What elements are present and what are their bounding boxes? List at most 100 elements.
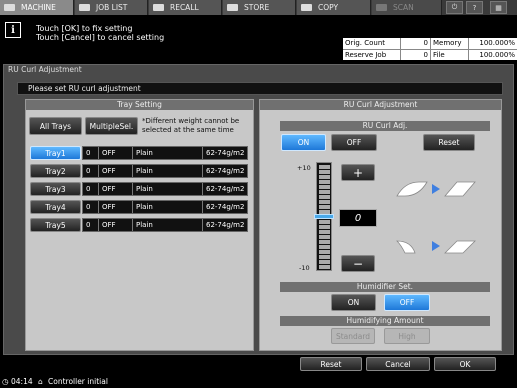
scale-tick (319, 225, 330, 229)
lock-icon: ⌂ (38, 377, 43, 386)
standard-button: Standard (331, 328, 375, 344)
scale-tick (319, 205, 330, 209)
tray-mode: OFF (99, 183, 133, 195)
tab-copy[interactable]: COPY (297, 0, 371, 15)
multiple-sel-button[interactable]: MultipleSel. (85, 117, 138, 135)
flat-paper-icon (444, 181, 476, 197)
curl-down-illustration (396, 240, 476, 254)
tray-mode: OFF (99, 147, 133, 159)
minus-button[interactable]: − (341, 255, 375, 272)
tray-row[interactable]: 0 OFF Plain 62-74g/m2 (82, 164, 248, 178)
tray-paper-type: Plain (133, 219, 203, 231)
copy-icon (301, 4, 312, 11)
scale-tick (319, 265, 330, 269)
tray-paper-weight: 62-74g/m2 (206, 185, 245, 193)
info-icon: i (5, 22, 21, 38)
scale-tick (319, 220, 330, 224)
ru-adjust-header: RU Curl Adjustment (260, 100, 501, 110)
message-line-2: Touch [Cancel] to cancel setting (36, 33, 165, 42)
job-list-icon (79, 4, 90, 11)
tray-paper-type: Plain (133, 165, 203, 177)
tray-mode: OFF (99, 165, 133, 177)
help-button[interactable]: ? (466, 1, 483, 14)
scale-tick (319, 235, 330, 239)
scale-tick (319, 255, 330, 259)
flat-paper-icon (444, 240, 476, 254)
scale-tick (319, 250, 330, 254)
tray-button-5[interactable]: Tray5 (30, 218, 81, 232)
high-button: High (384, 328, 430, 344)
weight-note: *Different weight cannot be selected at … (142, 117, 240, 134)
clock-icon: ◷ (2, 377, 9, 386)
tray-paper-weight: 62-74g/m2 (206, 149, 245, 157)
tray-button-3[interactable]: Tray3 (30, 182, 81, 196)
curled-paper-down-icon (396, 240, 416, 254)
ru-curl-adj-header: RU Curl Adj. (280, 121, 490, 131)
tray-paper-type: Plain (133, 183, 203, 195)
tray-button-2[interactable]: Tray2 (30, 164, 81, 178)
humidifier-on-button[interactable]: ON (331, 294, 376, 311)
machine-icon (4, 4, 15, 11)
scale-tick (319, 260, 330, 264)
ru-reset-button[interactable]: Reset (423, 134, 475, 151)
tray-paper-type: Plain (133, 201, 203, 213)
adjust-value: 0 (339, 209, 377, 227)
all-trays-button[interactable]: All Trays (29, 117, 82, 135)
tray-curl-value: 0 (83, 219, 99, 231)
arrow-right-icon (432, 184, 440, 194)
tab-job-list[interactable]: JOB LIST (75, 0, 148, 15)
status-time: 04:14 (11, 377, 33, 386)
scale-indicator[interactable] (314, 214, 334, 219)
scale-tick (319, 170, 330, 174)
scale-tick (319, 185, 330, 189)
tray-row[interactable]: 0 OFF Plain 62-74g/m2 (82, 146, 248, 160)
tray-curl-value: 0 (83, 183, 99, 195)
power-icon[interactable]: ⏻ (446, 1, 463, 14)
cancel-button[interactable]: Cancel (366, 357, 430, 371)
scale-tick (319, 175, 330, 179)
scale-min-label: -10 (299, 264, 310, 272)
adjust-scale[interactable] (314, 162, 334, 271)
memory-value: 100.000% (479, 39, 515, 47)
memory-label: Memory (431, 38, 469, 49)
tray-button-1[interactable]: Tray1 (30, 146, 81, 160)
tray-row[interactable]: 0 OFF Plain 62-74g/m2 (82, 218, 248, 232)
tray-row[interactable]: 0 OFF Plain 62-74g/m2 (82, 200, 248, 214)
scale-max-label: +10 (297, 164, 311, 172)
tray-setting-header: Tray Setting (26, 100, 253, 110)
tab-scan: SCAN (372, 0, 442, 15)
scale-tick (319, 190, 330, 194)
file-amount-value: 100.000% (469, 49, 517, 60)
message-line-1: Touch [OK] to fix setting (36, 24, 133, 33)
orig-count-value: 0 (401, 38, 431, 49)
orig-count-label: Orig. Count (343, 38, 401, 49)
ru-on-button[interactable]: ON (281, 134, 326, 151)
tray-button-4[interactable]: Tray4 (30, 200, 81, 214)
file-amount-label: File Amount (431, 49, 469, 70)
screen-title: RU Curl Adjustment (8, 65, 82, 74)
tab-store[interactable]: STORE (223, 0, 296, 15)
grid-icon[interactable]: ▦ (490, 1, 507, 14)
tray-row[interactable]: 0 OFF Plain 62-74g/m2 (82, 182, 248, 196)
tray-curl-value: 0 (83, 201, 99, 213)
scale-tick (319, 240, 330, 244)
tray-curl-value: 0 (83, 147, 99, 159)
tab-recall[interactable]: RECALL (149, 0, 222, 15)
tab-machine[interactable]: MACHINE (0, 0, 74, 15)
plus-button[interactable]: + (341, 164, 375, 181)
reset-button[interactable]: Reset (300, 357, 362, 371)
tray-paper-type: Plain (133, 147, 203, 159)
store-icon (227, 4, 238, 11)
counter-panel: Orig. Count 0 Memory 100.000% Reserve Jo… (343, 38, 517, 70)
tray-paper-weight: 62-74g/m2 (206, 203, 245, 211)
arrow-right-icon (432, 241, 440, 251)
humidifier-off-button[interactable]: OFF (384, 294, 430, 311)
ru-off-button[interactable]: OFF (331, 134, 377, 151)
tray-curl-value: 0 (83, 165, 99, 177)
scale-tick (319, 245, 330, 249)
recall-icon (153, 4, 164, 11)
ok-button[interactable]: OK (434, 357, 496, 371)
scale-tick (319, 200, 330, 204)
reserve-job-value: 0 (401, 49, 431, 60)
status-bar: ◷ 04:14 ⌂ Controller initial (0, 376, 517, 388)
